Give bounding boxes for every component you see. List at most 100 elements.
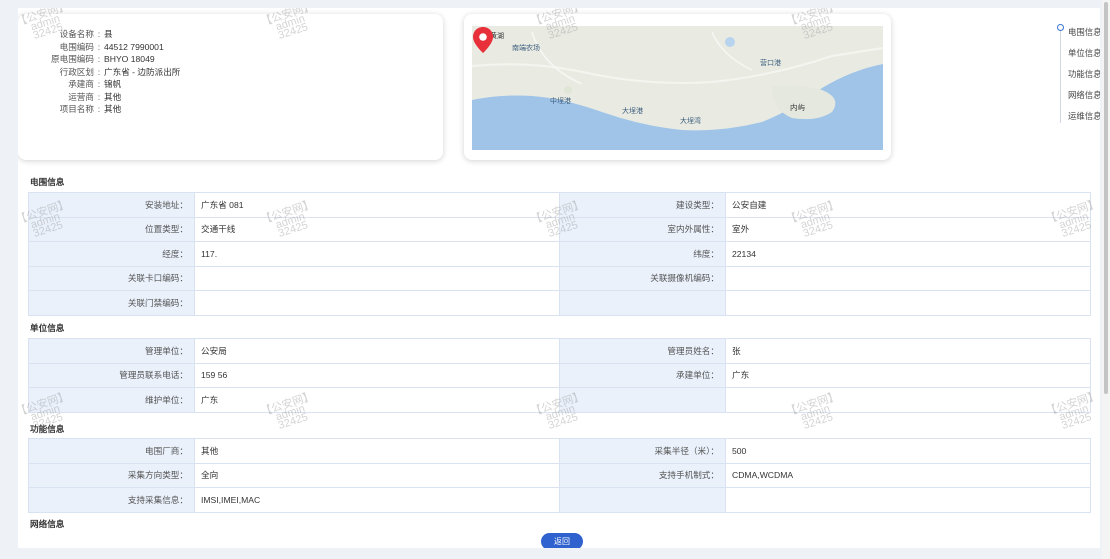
section-title-fence-info: 电围信息 <box>30 177 65 187</box>
table-row: 维护单位： 广东 <box>28 387 1091 413</box>
field-value <box>194 265 560 291</box>
field-value-empty <box>725 487 1091 513</box>
field-label: 管理员姓名： <box>559 338 726 364</box>
field-label: 承建单位： <box>559 362 726 388</box>
anchor-line <box>1060 28 1061 123</box>
field-value: 全向 <box>194 462 560 488</box>
summary-label: 电围编码 <box>59 41 94 52</box>
summary-row-device-name: 设备名称 : 县 <box>30 28 431 41</box>
field-value: 张 <box>725 338 1091 364</box>
field-label: 位置类型： <box>28 216 195 242</box>
summary-label: 项目名称 <box>59 104 94 114</box>
map-label: 大埕湾 <box>680 118 701 125</box>
field-value: 22134 <box>725 241 1091 267</box>
summary-value: 锦帆 <box>104 79 122 89</box>
table-row: 管理单位： 公安局 管理员姓名： 张 <box>28 338 1091 364</box>
back-button[interactable]: 返回 <box>541 533 583 548</box>
field-value: 室外 <box>725 216 1091 242</box>
field-value: 117. <box>194 241 560 267</box>
field-label: 管理员联系电话： <box>28 362 195 388</box>
table-row: 经度： 117. 纬度： 22134 <box>28 241 1091 267</box>
scrollbar-thumb[interactable] <box>1104 2 1108 394</box>
location-map[interactable]: 界引黄湖 南端农场 营口港 内屿 大埕湾 大埕港 中埕港 <box>472 26 883 150</box>
field-value <box>725 265 1091 291</box>
summary-row-project-name: 项目名称 : 其他 <box>30 103 431 116</box>
section-title-function-info: 功能信息 <box>30 424 65 434</box>
summary-value: 44512 7990001 <box>104 41 164 52</box>
table-row: 关联门禁编码： <box>28 290 1091 316</box>
field-label-empty <box>559 290 726 316</box>
summary-separator: : <box>97 91 101 102</box>
anchor-item-fence-info[interactable]: 电围信息 <box>1068 26 1100 38</box>
field-value: CDMA,WCDMA <box>725 462 1091 488</box>
field-label: 维护单位： <box>28 387 195 413</box>
field-label: 管理单位： <box>28 338 195 364</box>
device-summary-card: 设备名称 : 县 电围编码 : 44512 7990001 原电围编码 : BH… <box>18 14 443 160</box>
field-value: 交通干线 <box>194 216 560 242</box>
function-info-table: 电围厂商： 其他 采集半径（米）： 500 采集方向类型： 全向 支持手机制式：… <box>28 438 1091 513</box>
table-row: 位置类型： 交通干线 室内外属性： 室外 <box>28 216 1091 242</box>
anchor-item-network-info[interactable]: 网络信息 <box>1068 89 1100 101</box>
map-label: 中埕港 <box>550 98 571 105</box>
summary-value: 县 <box>104 29 113 39</box>
summary-separator: : <box>97 41 101 52</box>
section-title-network-info: 网络信息 <box>30 519 65 529</box>
summary-row-operator: 运营商 : 其他 <box>30 91 431 104</box>
table-row: 安装地址： 广东省 081 建设类型： 公安自建 <box>28 192 1091 218</box>
field-label-empty <box>559 387 726 413</box>
anchor-item-unit-info[interactable]: 单位信息 <box>1068 47 1100 59</box>
field-value <box>194 290 560 316</box>
summary-label: 承建商 <box>68 79 94 89</box>
summary-separator: : <box>97 79 101 89</box>
anchor-item-function-info[interactable]: 功能信息 <box>1068 68 1100 80</box>
map-label: 大埕港 <box>622 108 643 115</box>
table-row: 关联卡口编码： 关联摄像机编码： <box>28 265 1091 291</box>
field-label: 室内外属性： <box>559 216 726 242</box>
field-label: 经度： <box>28 241 195 267</box>
summary-label: 设备名称 <box>59 29 94 39</box>
field-label: 支持手机制式： <box>559 462 726 488</box>
vertical-scrollbar[interactable] <box>1102 0 1110 559</box>
location-pin-icon[interactable] <box>472 26 494 54</box>
summary-value: 其他 <box>104 91 122 102</box>
field-label: 采集半径（米）： <box>559 438 726 464</box>
summary-separator: : <box>97 54 101 64</box>
summary-row-contractor: 承建商 : 锦帆 <box>30 78 431 91</box>
field-label: 关联摄像机编码： <box>559 265 726 291</box>
map-label: 南端农场 <box>512 45 540 52</box>
summary-separator: : <box>97 104 101 114</box>
field-value: 公安局 <box>194 338 560 364</box>
table-row: 采集方向类型： 全向 支持手机制式： CDMA,WCDMA <box>28 462 1091 488</box>
summary-separator: : <box>97 66 101 77</box>
table-row: 管理员联系电话： 159 56 承建单位： 广东 <box>28 362 1091 388</box>
section-title-unit-info: 单位信息 <box>30 323 65 333</box>
summary-row-original-code: 原电围编码 : BHYO 18049 <box>30 53 431 66</box>
field-value: 广东省 081 <box>194 192 560 218</box>
field-value: 广东 <box>194 387 560 413</box>
map-label: 营口港 <box>760 60 781 67</box>
map-label: 内屿 <box>790 103 805 112</box>
summary-value: BHYO 18049 <box>104 54 155 64</box>
field-label: 支持采集信息： <box>28 487 195 513</box>
field-label: 建设类型： <box>559 192 726 218</box>
field-label: 纬度： <box>559 241 726 267</box>
field-label: 安装地址： <box>28 192 195 218</box>
anchor-item-maintenance-info[interactable]: 运维信息 <box>1068 110 1100 122</box>
field-label: 关联卡口编码： <box>28 265 195 291</box>
field-value: 500 <box>725 438 1091 464</box>
summary-value: 其他 <box>104 104 122 114</box>
fence-info-table: 安装地址： 广东省 081 建设类型： 公安自建 位置类型： 交通干线 室内外属… <box>28 192 1091 316</box>
unit-info-table: 管理单位： 公安局 管理员姓名： 张 管理员联系电话： 159 56 承建单位：… <box>28 338 1091 413</box>
summary-label: 行政区划 <box>59 66 94 77</box>
field-value: 159 56 <box>194 362 560 388</box>
summary-value: 广东省 - 边防派出所 <box>104 66 181 77</box>
summary-label: 原电围编码 <box>51 54 94 64</box>
field-value: IMSI,IMEI,MAC <box>194 487 560 513</box>
field-value: 其他 <box>194 438 560 464</box>
table-row: 支持采集信息： IMSI,IMEI,MAC <box>28 487 1091 513</box>
field-label: 电围厂商： <box>28 438 195 464</box>
device-detail-page: 设备名称 : 县 电围编码 : 44512 7990001 原电围编码 : BH… <box>18 8 1100 548</box>
anchor-active-dot-icon <box>1057 24 1064 31</box>
location-map-card: 界引黄湖 南端农场 营口港 内屿 大埕湾 大埕港 中埕港 <box>464 14 891 160</box>
summary-separator: : <box>97 29 101 39</box>
